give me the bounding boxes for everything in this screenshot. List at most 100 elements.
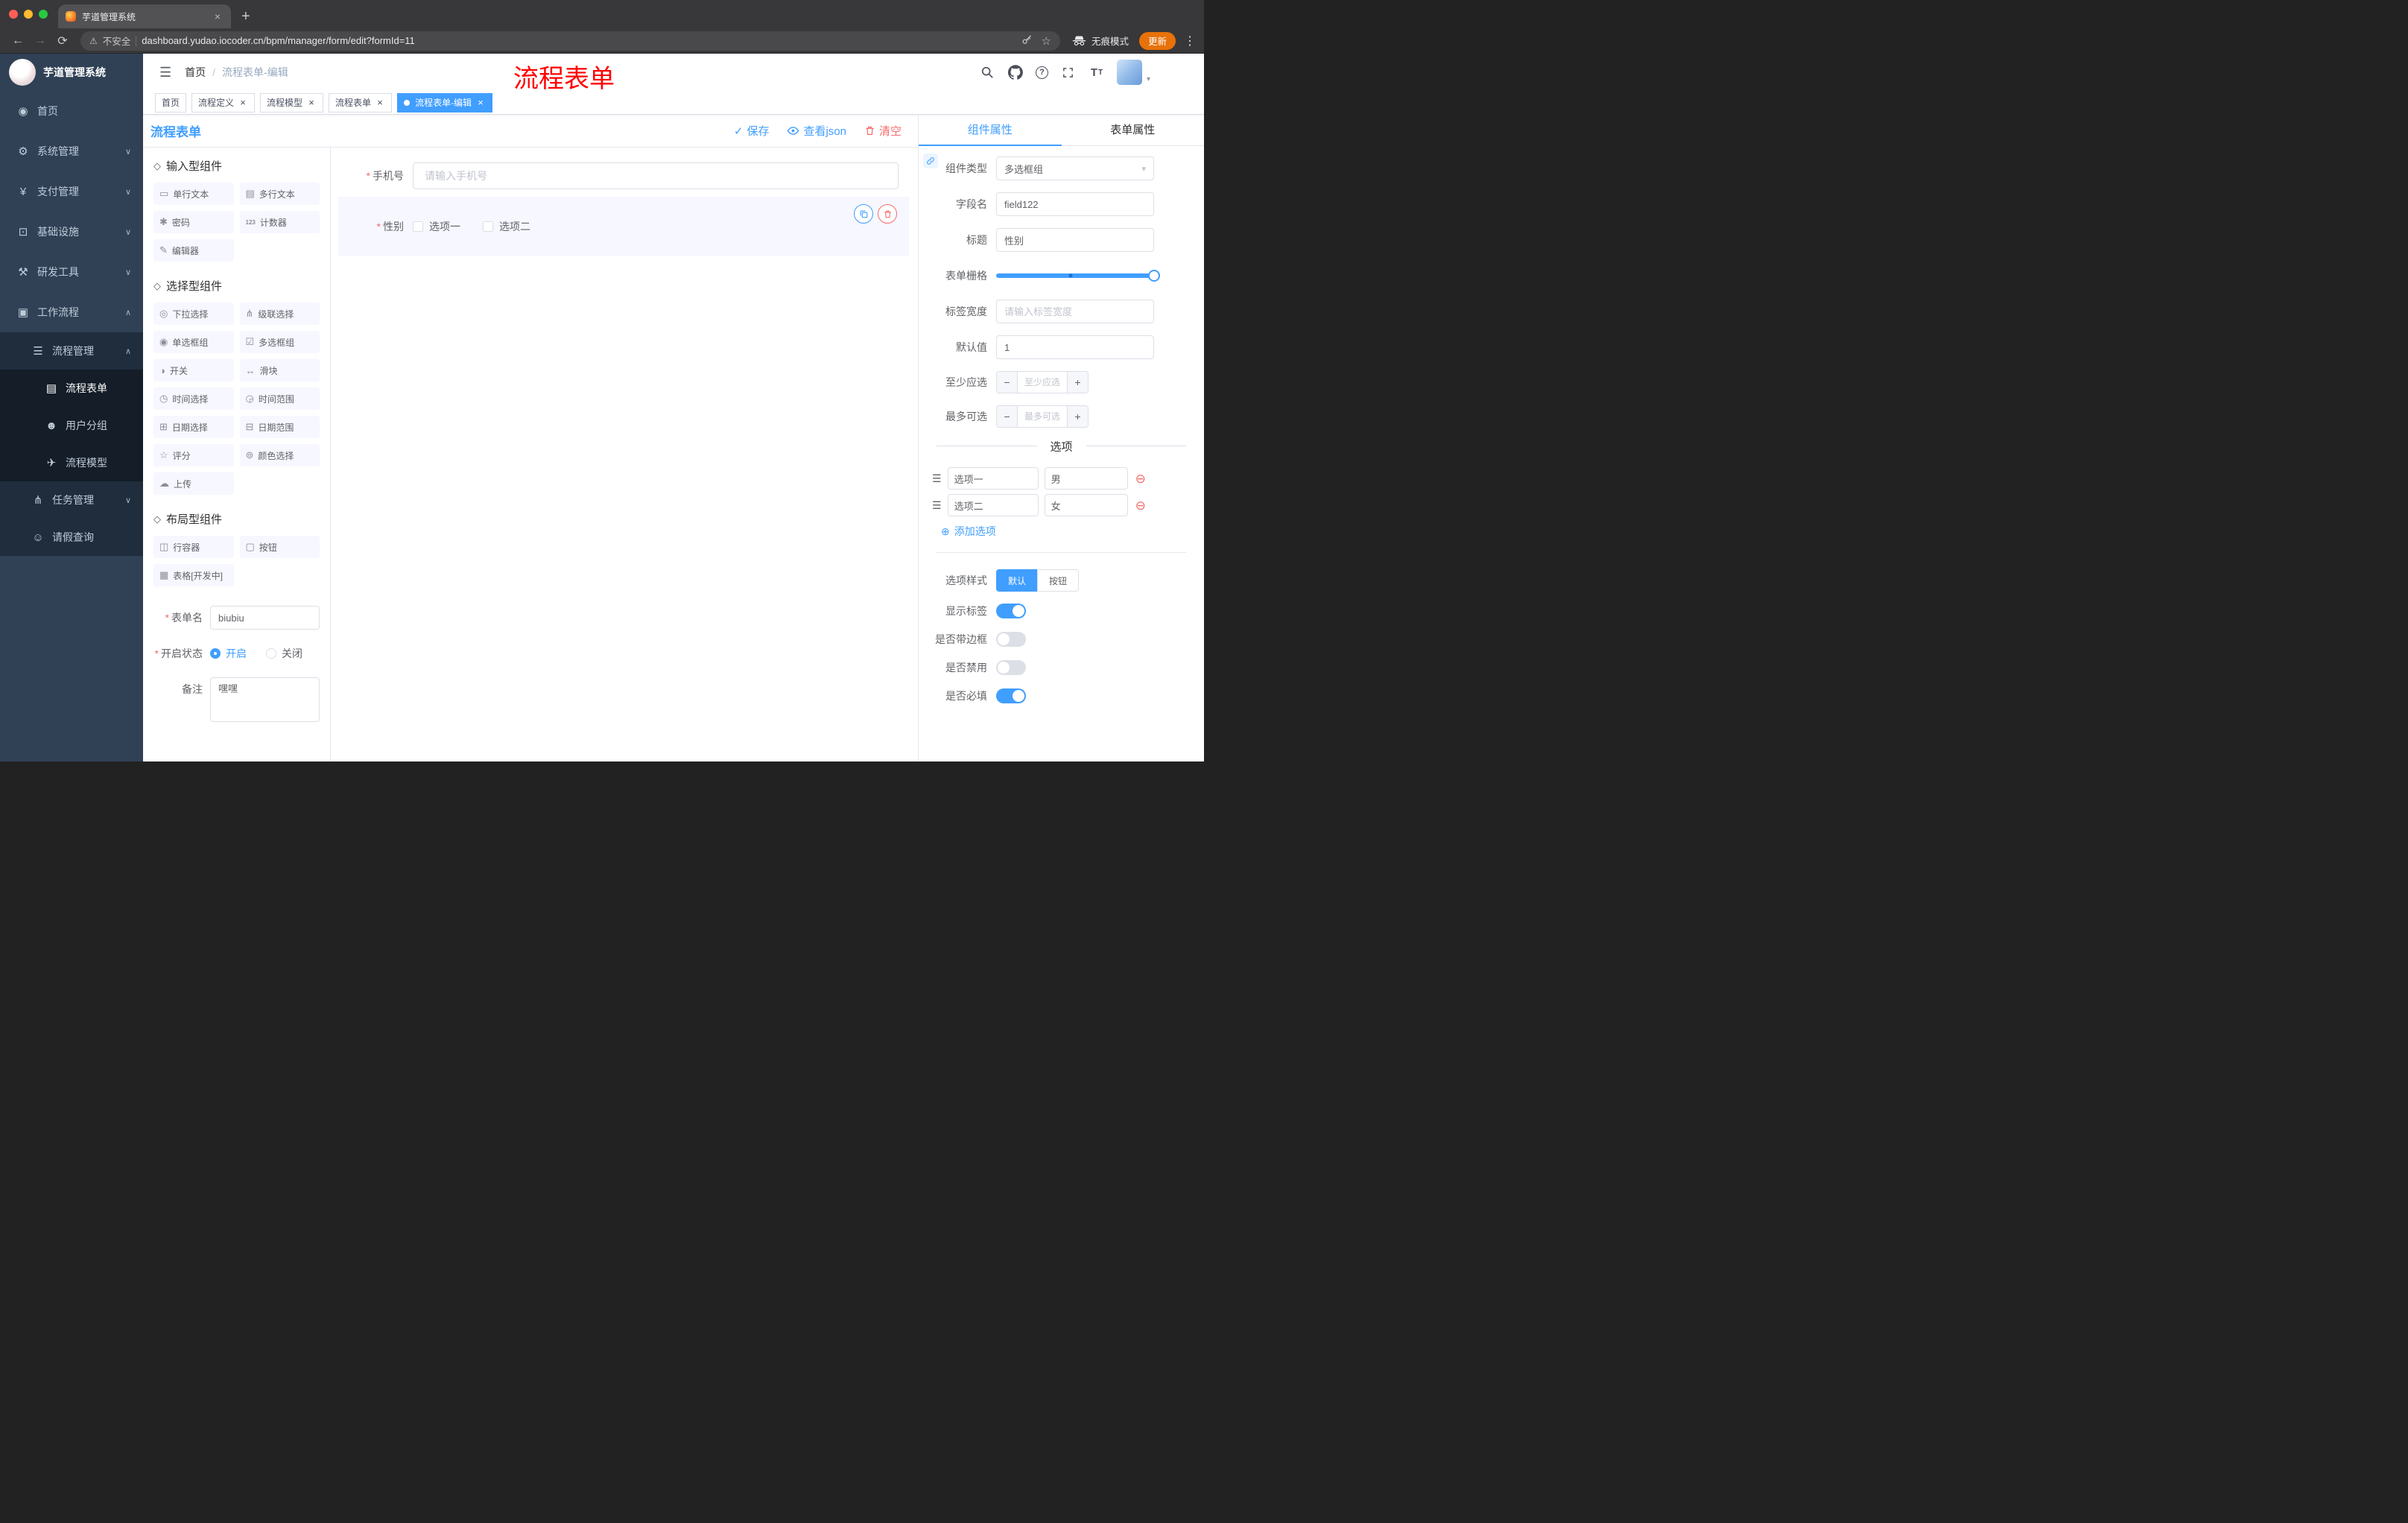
- breadcrumb-home[interactable]: 首页: [185, 65, 206, 80]
- palette-item[interactable]: ▤ 多行文本: [239, 183, 320, 205]
- fullscreen-icon[interactable]: [1060, 64, 1077, 80]
- delete-field-button[interactable]: [878, 204, 897, 224]
- increase-button[interactable]: +: [1067, 406, 1088, 427]
- status-radio-on[interactable]: 开启: [210, 646, 247, 661]
- tag-process-form-edit[interactable]: 流程表单-编辑 ×: [397, 92, 493, 113]
- add-option-button[interactable]: ⊕ 添加选项: [919, 524, 1204, 539]
- decrease-button[interactable]: −: [997, 406, 1018, 427]
- back-button[interactable]: ←: [7, 31, 28, 51]
- drag-handle-icon[interactable]: ☰: [932, 472, 942, 485]
- tab-component-props[interactable]: 组件属性: [919, 115, 1062, 145]
- option-label-input[interactable]: [947, 494, 1039, 516]
- tag-process-form[interactable]: 流程表单 ×: [329, 92, 393, 113]
- form-remark-textarea[interactable]: 嘿嘿: [210, 677, 320, 722]
- max-select-input[interactable]: [1018, 406, 1067, 427]
- option-label-input[interactable]: [947, 467, 1039, 490]
- clear-button[interactable]: 清空: [864, 123, 902, 139]
- palette-item[interactable]: ◶ 时间范围: [239, 387, 320, 410]
- tag-process-definition[interactable]: 流程定义 ×: [191, 92, 256, 113]
- style-default-button[interactable]: 默认: [996, 569, 1038, 592]
- field-name-input[interactable]: [996, 192, 1154, 216]
- sidebar-item-dev-tools[interactable]: ⚒ 研发工具 ∨: [0, 252, 143, 292]
- sidebar-item-process-model[interactable]: ✈ 流程模型: [0, 444, 143, 481]
- sidebar-item-process-form[interactable]: ▤ 流程表单: [0, 370, 143, 407]
- forward-button[interactable]: →: [30, 31, 51, 51]
- view-json-button[interactable]: 查看json: [787, 123, 846, 139]
- remove-option-icon[interactable]: ⊖: [1135, 472, 1146, 485]
- palette-item[interactable]: ▦ 表格[开发中]: [153, 564, 234, 586]
- palette-item[interactable]: ◎ 下拉选择: [153, 303, 234, 325]
- tab-form-props[interactable]: 表单属性: [1062, 115, 1205, 145]
- sidebar-item-home[interactable]: ◉ 首页: [0, 91, 143, 131]
- sidebar-item-payment-management[interactable]: ¥ 支付管理 ∨: [0, 171, 143, 212]
- sidebar-item-process-management[interactable]: ☰ 流程管理 ∧: [0, 332, 143, 370]
- component-type-select[interactable]: 多选框组 ▾: [996, 156, 1154, 180]
- title-input[interactable]: [996, 228, 1154, 252]
- palette-item[interactable]: ☑ 多选框组: [239, 331, 320, 353]
- search-icon[interactable]: [979, 64, 995, 80]
- reload-button[interactable]: ⟳: [52, 31, 73, 51]
- copy-field-button[interactable]: [854, 204, 873, 224]
- style-button-button[interactable]: 按钮: [1037, 569, 1080, 592]
- checkbox-icon[interactable]: [483, 221, 493, 232]
- font-size-icon[interactable]: TT: [1089, 64, 1105, 80]
- palette-item[interactable]: ✎ 编辑器: [153, 239, 234, 262]
- disabled-toggle[interactable]: [996, 660, 1026, 675]
- sidebar-item-user-group[interactable]: ☻ 用户分组: [0, 407, 143, 444]
- option-value-input[interactable]: [1044, 494, 1128, 516]
- label-width-input[interactable]: [996, 300, 1154, 323]
- option-value-input[interactable]: [1044, 467, 1128, 490]
- phone-field-input[interactable]: [413, 162, 899, 189]
- sidebar-item-leave-query[interactable]: ☺ 请假查询: [0, 519, 143, 556]
- remove-option-icon[interactable]: ⊖: [1135, 499, 1146, 512]
- gender-option-2[interactable]: 选项二: [483, 219, 530, 234]
- sidebar-item-workflow[interactable]: ▣ 工作流程 ∧: [0, 292, 143, 332]
- tab-close-icon[interactable]: ×: [212, 10, 224, 22]
- close-icon[interactable]: ×: [306, 97, 317, 108]
- palette-item[interactable]: ◉ 单选框组: [153, 331, 234, 353]
- min-select-input[interactable]: [1018, 372, 1067, 393]
- slider-handle[interactable]: [1148, 270, 1160, 282]
- form-canvas[interactable]: *手机号 *性别 选项一: [331, 148, 918, 762]
- grid-slider[interactable]: [996, 264, 1160, 288]
- browser-menu-icon[interactable]: ⋮: [1183, 34, 1197, 48]
- palette-item[interactable]: ☁ 上传: [153, 472, 234, 495]
- sidebar-item-infrastructure[interactable]: ⊡ 基础设施 ∨: [0, 212, 143, 252]
- gender-option-1[interactable]: 选项一: [413, 219, 460, 234]
- palette-item[interactable]: ⊟ 日期范围: [239, 416, 320, 438]
- palette-item[interactable]: ⊞ 日期选择: [153, 416, 234, 438]
- palette-item[interactable]: ✱ 密码: [153, 211, 234, 233]
- browser-update-button[interactable]: 更新: [1138, 31, 1176, 50]
- user-avatar[interactable]: [1116, 60, 1142, 85]
- save-button[interactable]: ✓ 保存: [734, 123, 770, 139]
- status-radio-off[interactable]: 关闭: [266, 646, 302, 661]
- form-name-input[interactable]: [210, 606, 320, 630]
- sidebar-item-task-management[interactable]: ⋔ 任务管理 ∨: [0, 481, 143, 519]
- palette-item[interactable]: ⊚ 颜色选择: [239, 444, 320, 466]
- close-icon[interactable]: ×: [475, 97, 486, 108]
- decrease-button[interactable]: −: [997, 372, 1018, 393]
- required-toggle[interactable]: [996, 688, 1026, 703]
- address-bar[interactable]: ⚠ 不安全 dashboard.yudao.iocoder.cn/bpm/man…: [80, 31, 1060, 51]
- increase-button[interactable]: +: [1067, 372, 1088, 393]
- palette-item[interactable]: ◫ 行容器: [153, 536, 234, 558]
- sidebar-item-system-management[interactable]: ⚙ 系统管理 ∨: [0, 131, 143, 171]
- help-icon[interactable]: ?: [1035, 66, 1048, 79]
- palette-item[interactable]: 123 计数器: [239, 211, 320, 233]
- palette-item[interactable]: ◑ 开关: [153, 359, 234, 381]
- github-icon[interactable]: [1007, 64, 1024, 80]
- show-label-toggle[interactable]: [996, 604, 1026, 618]
- window-zoom-button[interactable]: [39, 10, 48, 19]
- tag-home[interactable]: 首页: [155, 92, 187, 113]
- palette-item[interactable]: ☆ 评分: [153, 444, 234, 466]
- palette-item[interactable]: ↔ 滑块: [239, 359, 320, 381]
- drag-handle-icon[interactable]: ☰: [932, 499, 942, 512]
- sidebar-logo-row[interactable]: 芋道管理系统: [0, 54, 143, 91]
- border-toggle[interactable]: [996, 632, 1026, 647]
- tag-process-model[interactable]: 流程模型 ×: [260, 92, 324, 113]
- form-field-gender-selected[interactable]: * 性别 选项一 选项二: [338, 197, 909, 256]
- browser-tab[interactable]: 芋道管理系统 ×: [58, 4, 231, 28]
- bookmark-star-icon[interactable]: ☆: [1042, 34, 1051, 48]
- form-field-phone[interactable]: * 手机号: [338, 162, 909, 189]
- password-key-icon[interactable]: [1021, 34, 1033, 48]
